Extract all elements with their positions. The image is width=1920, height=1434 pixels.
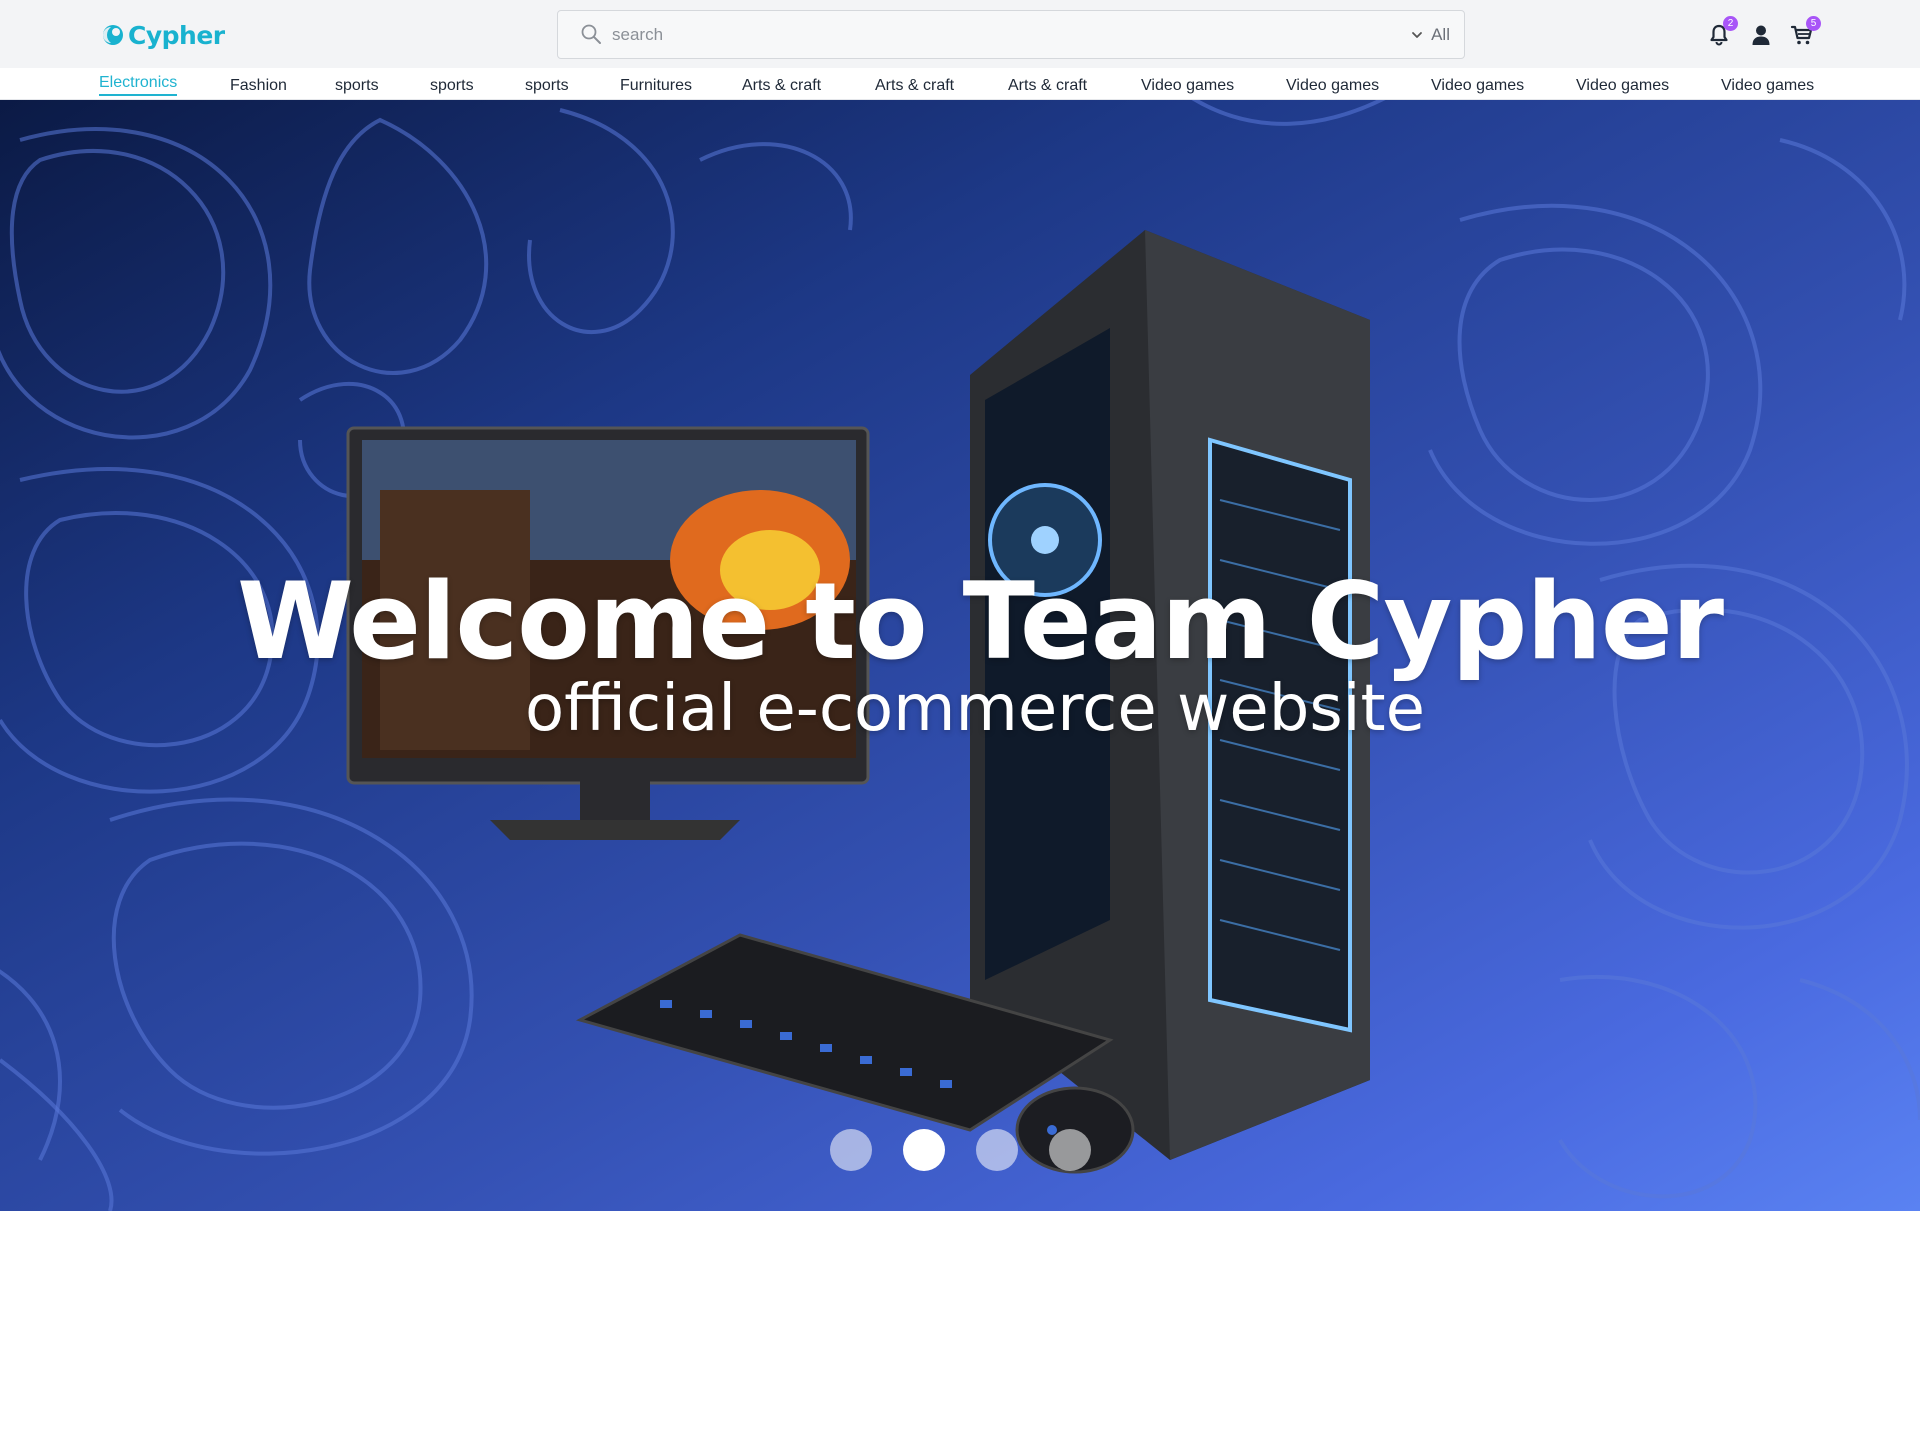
logo-mark-icon	[103, 25, 123, 45]
notifications-button[interactable]: 2	[1706, 16, 1738, 48]
category-item-fashion[interactable]: Fashion	[230, 77, 287, 95]
category-item-arts-craft[interactable]: Arts & craft	[1008, 77, 1087, 95]
category-item-video-games[interactable]: Video games	[1141, 77, 1234, 95]
account-button[interactable]	[1748, 22, 1774, 48]
brand-name: Cypher	[128, 20, 225, 50]
cart-badge: 5	[1806, 16, 1821, 31]
carousel-dot-1[interactable]	[830, 1129, 872, 1171]
hero-banner: Welcome to Team Cypher official e-commer…	[0, 100, 1920, 1211]
category-item-video-games[interactable]: Video games	[1576, 77, 1669, 95]
carousel-dot-4[interactable]	[1049, 1129, 1091, 1171]
category-nav: Electronics Fashion sports sports sports…	[0, 68, 1920, 100]
category-item-sports[interactable]: sports	[525, 77, 569, 95]
category-item-video-games[interactable]: Video games	[1286, 77, 1379, 95]
category-item-sports[interactable]: sports	[430, 77, 474, 95]
brand-logo[interactable]: Cypher	[102, 20, 225, 50]
category-item-sports[interactable]: sports	[335, 77, 379, 95]
chevron-down-icon	[1412, 31, 1422, 38]
top-header: Cypher All 2	[0, 0, 1920, 68]
category-item-furnitures[interactable]: Furnitures	[620, 77, 692, 95]
category-item-video-games[interactable]: Video games	[1431, 77, 1524, 95]
carousel-indicators	[830, 1129, 1091, 1171]
category-item-arts-craft[interactable]: Arts & craft	[875, 77, 954, 95]
category-item-electronics[interactable]: Electronics	[99, 74, 178, 96]
hero-subtitle: official e-commerce website	[525, 672, 1425, 746]
notifications-badge: 2	[1723, 16, 1738, 31]
search-input[interactable]	[612, 20, 1312, 50]
search-scope-label: All	[1431, 24, 1450, 44]
carousel-dot-3[interactable]	[976, 1129, 1018, 1171]
cart-button[interactable]: 5	[1789, 16, 1821, 48]
search-scope-dropdown[interactable]: All	[1411, 11, 1450, 58]
search-bar: All	[557, 10, 1465, 59]
hero-title: Welcome to Team Cypher	[236, 560, 1724, 683]
user-icon	[1752, 25, 1770, 45]
category-item-video-games[interactable]: Video games	[1721, 77, 1814, 95]
category-item-arts-craft[interactable]: Arts & craft	[742, 77, 821, 95]
carousel-dot-2[interactable]	[903, 1129, 945, 1171]
search-icon	[581, 24, 601, 44]
